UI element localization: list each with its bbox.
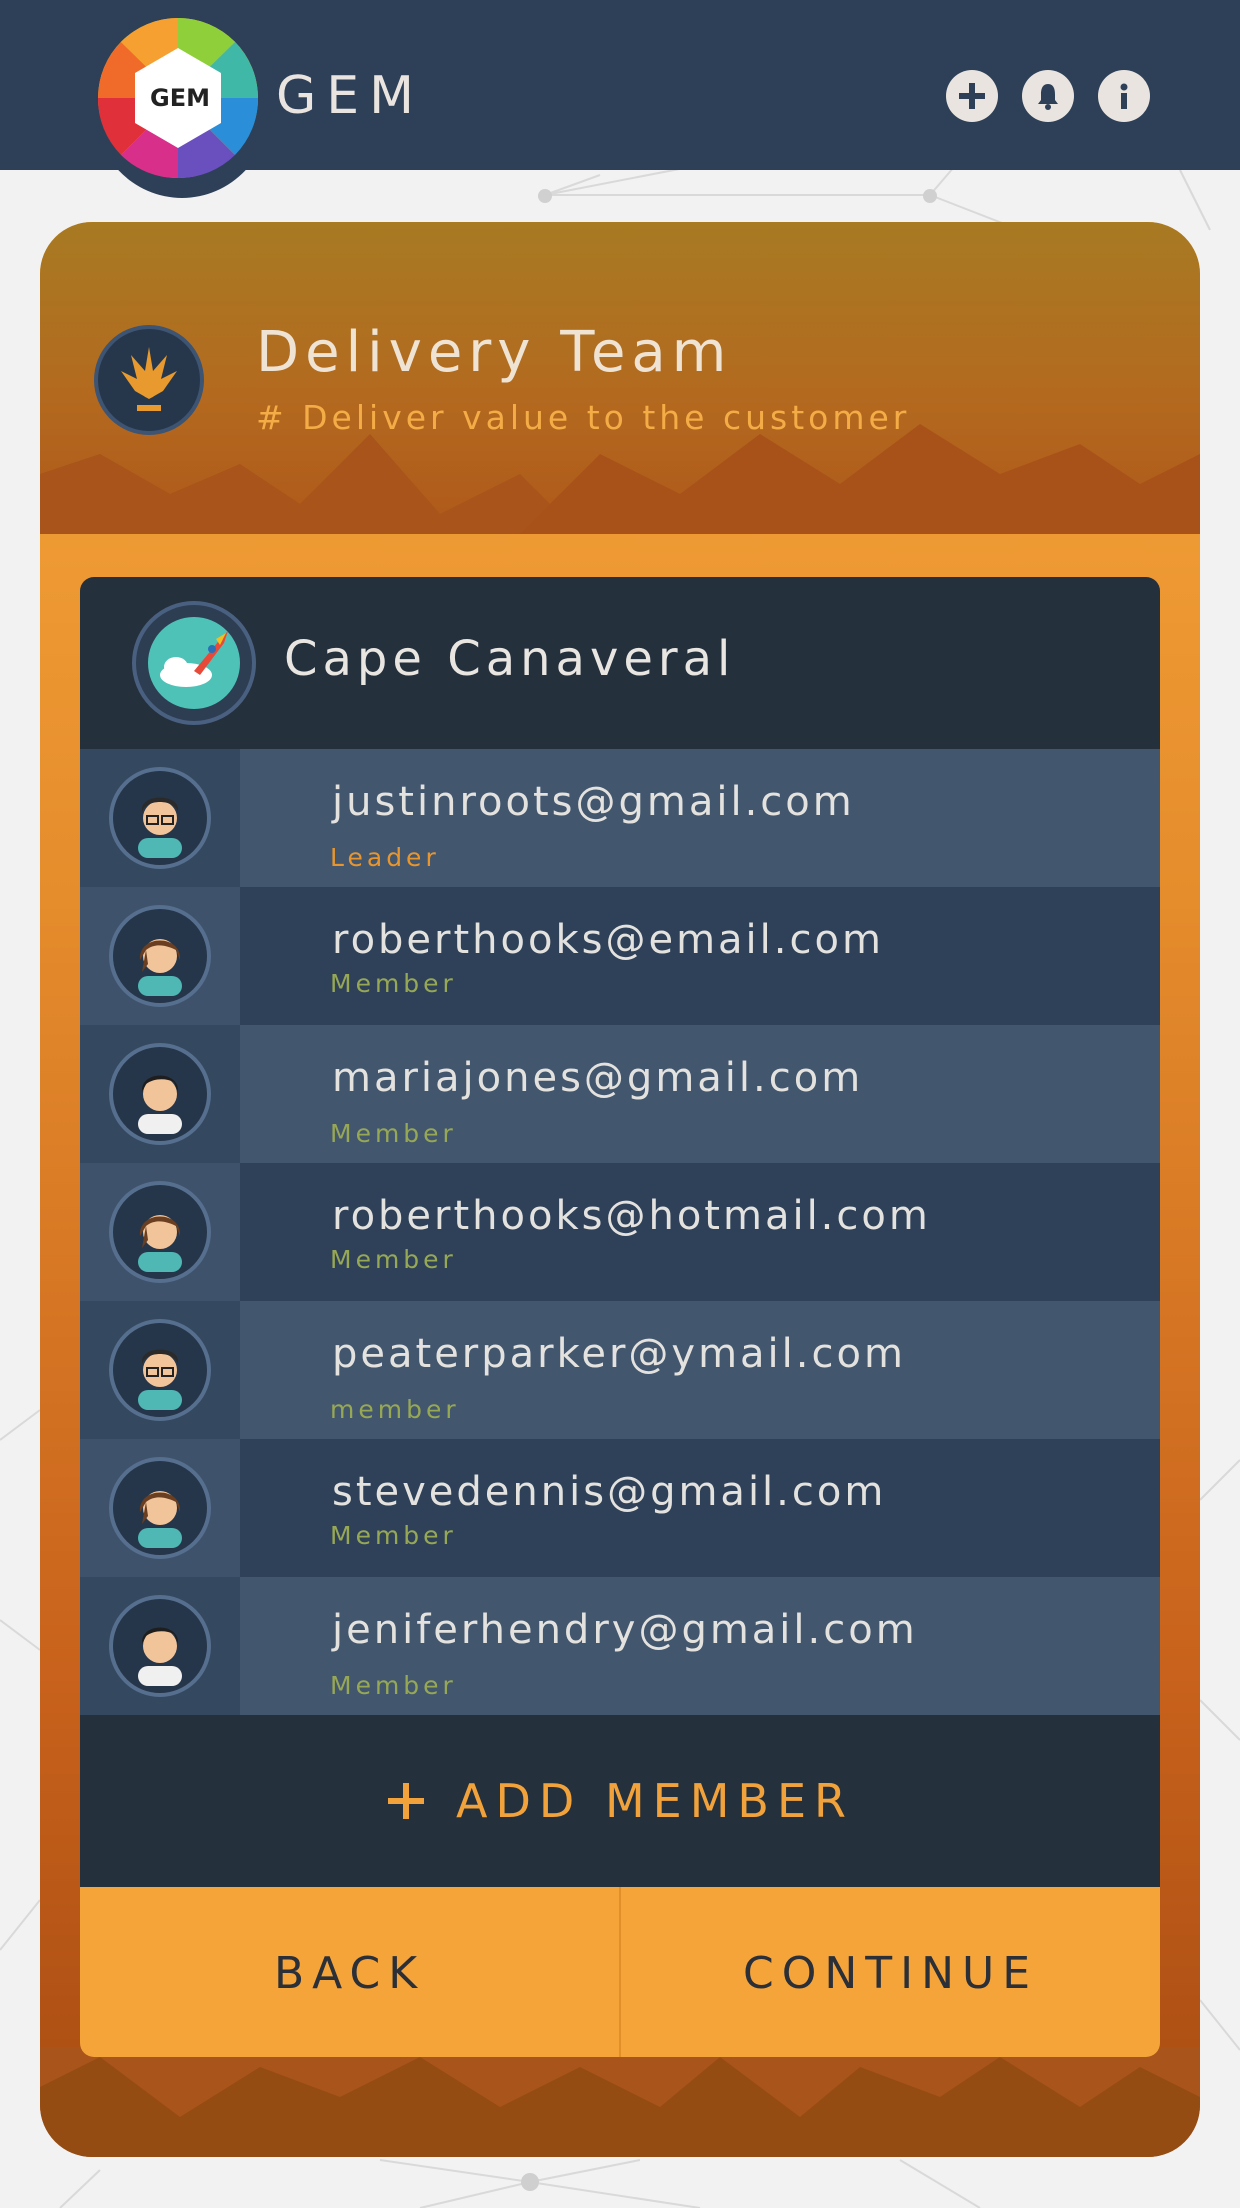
member-role: Member — [330, 1671, 457, 1700]
member-row[interactable]: jeniferhendry@gmail.com Member — [80, 1577, 1160, 1715]
back-button[interactable]: BACK — [80, 1887, 621, 2057]
member-role: Member — [330, 1119, 457, 1148]
avatar — [109, 1457, 211, 1559]
member-email: justinroots@gmail.com — [332, 779, 855, 825]
avatar — [109, 767, 211, 869]
plus-icon — [388, 1783, 425, 1819]
member-role: Member — [330, 969, 457, 998]
member-row[interactable]: roberthooks@email.com Member — [80, 887, 1160, 1025]
member-role: member — [330, 1395, 460, 1424]
members-panel: Cape Canaveral justinroots@gmail.com Lea… — [80, 577, 1160, 2057]
jedi-emblem-icon — [121, 347, 177, 411]
member-email: jeniferhendry@gmail.com — [332, 1607, 918, 1653]
group-badge[interactable] — [132, 601, 256, 725]
top-actions — [946, 70, 1150, 122]
member-info: stevedennis@gmail.com Member — [240, 1439, 1160, 1577]
member-info: justinroots@gmail.com Leader — [240, 749, 1160, 887]
avatar-cell — [80, 887, 240, 1025]
member-info: roberthooks@email.com Member — [240, 887, 1160, 1025]
woman-brown-hair-avatar-icon — [138, 1491, 182, 1548]
avatar-cell — [80, 1577, 240, 1715]
member-email: roberthooks@hotmail.com — [332, 1193, 931, 1239]
avatar — [109, 905, 211, 1007]
member-email: mariajones@gmail.com — [332, 1055, 864, 1101]
member-role: Member — [330, 1521, 457, 1550]
group-name: Cape Canaveral — [284, 631, 736, 687]
plus-icon[interactable] — [946, 70, 998, 122]
woman-brown-hair-avatar-icon — [138, 939, 182, 996]
avatar — [109, 1595, 211, 1697]
continue-button[interactable]: CONTINUE — [621, 1887, 1160, 2057]
avatar-cell — [80, 1301, 240, 1439]
member-row[interactable]: roberthooks@hotmail.com Member — [80, 1163, 1160, 1301]
member-row[interactable]: mariajones@gmail.com Member — [80, 1025, 1160, 1163]
avatar — [109, 1043, 211, 1145]
avatar — [109, 1181, 211, 1283]
member-role: Member — [330, 1245, 457, 1274]
avatar-cell — [80, 1025, 240, 1163]
member-info: peaterparker@ymail.com member — [240, 1301, 1160, 1439]
avatar-cell — [80, 749, 240, 887]
mountain-decoration-bottom — [40, 2047, 1200, 2117]
member-email: stevedennis@gmail.com — [332, 1469, 887, 1515]
bell-icon[interactable] — [1022, 70, 1074, 122]
member-email: roberthooks@email.com — [332, 917, 884, 963]
member-info: mariajones@gmail.com Member — [240, 1025, 1160, 1163]
info-icon[interactable] — [1098, 70, 1150, 122]
group-header: Cape Canaveral — [80, 577, 1160, 749]
team-badge[interactable] — [94, 325, 204, 435]
member-info: roberthooks@hotmail.com Member — [240, 1163, 1160, 1301]
man-glasses-avatar-icon — [138, 797, 182, 858]
member-email: peaterparker@ymail.com — [332, 1331, 906, 1377]
man-glasses-avatar-icon — [138, 1349, 182, 1410]
add-member-button[interactable]: ADD MEMBER — [80, 1715, 1160, 1887]
avatar — [109, 1319, 211, 1421]
rocket-icon — [148, 617, 240, 709]
action-bar: BACK CONTINUE — [80, 1887, 1160, 2057]
man-dark-hair-avatar-icon — [138, 1075, 182, 1134]
member-info: jeniferhendry@gmail.com Member — [240, 1577, 1160, 1715]
member-row[interactable]: peaterparker@ymail.com member — [80, 1301, 1160, 1439]
team-subtitle: # Deliver value to the customer — [256, 398, 911, 437]
logo-text: GEM — [150, 84, 210, 112]
card-footer-decoration — [40, 2047, 1200, 2157]
man-dark-hair-avatar-icon — [138, 1627, 182, 1686]
team-title: Delivery Team — [256, 320, 733, 385]
add-member-label: ADD MEMBER — [456, 1774, 854, 1828]
member-role: Leader — [330, 843, 440, 872]
avatar-cell — [80, 1163, 240, 1301]
brand-name: GEM — [276, 66, 425, 126]
team-header: Delivery Team # Deliver value to the cus… — [40, 222, 1200, 534]
member-row[interactable]: stevedennis@gmail.com Member — [80, 1439, 1160, 1577]
member-row[interactable]: justinroots@gmail.com Leader — [80, 749, 1160, 887]
woman-brown-hair-avatar-icon — [138, 1215, 182, 1272]
avatar-cell — [80, 1439, 240, 1577]
